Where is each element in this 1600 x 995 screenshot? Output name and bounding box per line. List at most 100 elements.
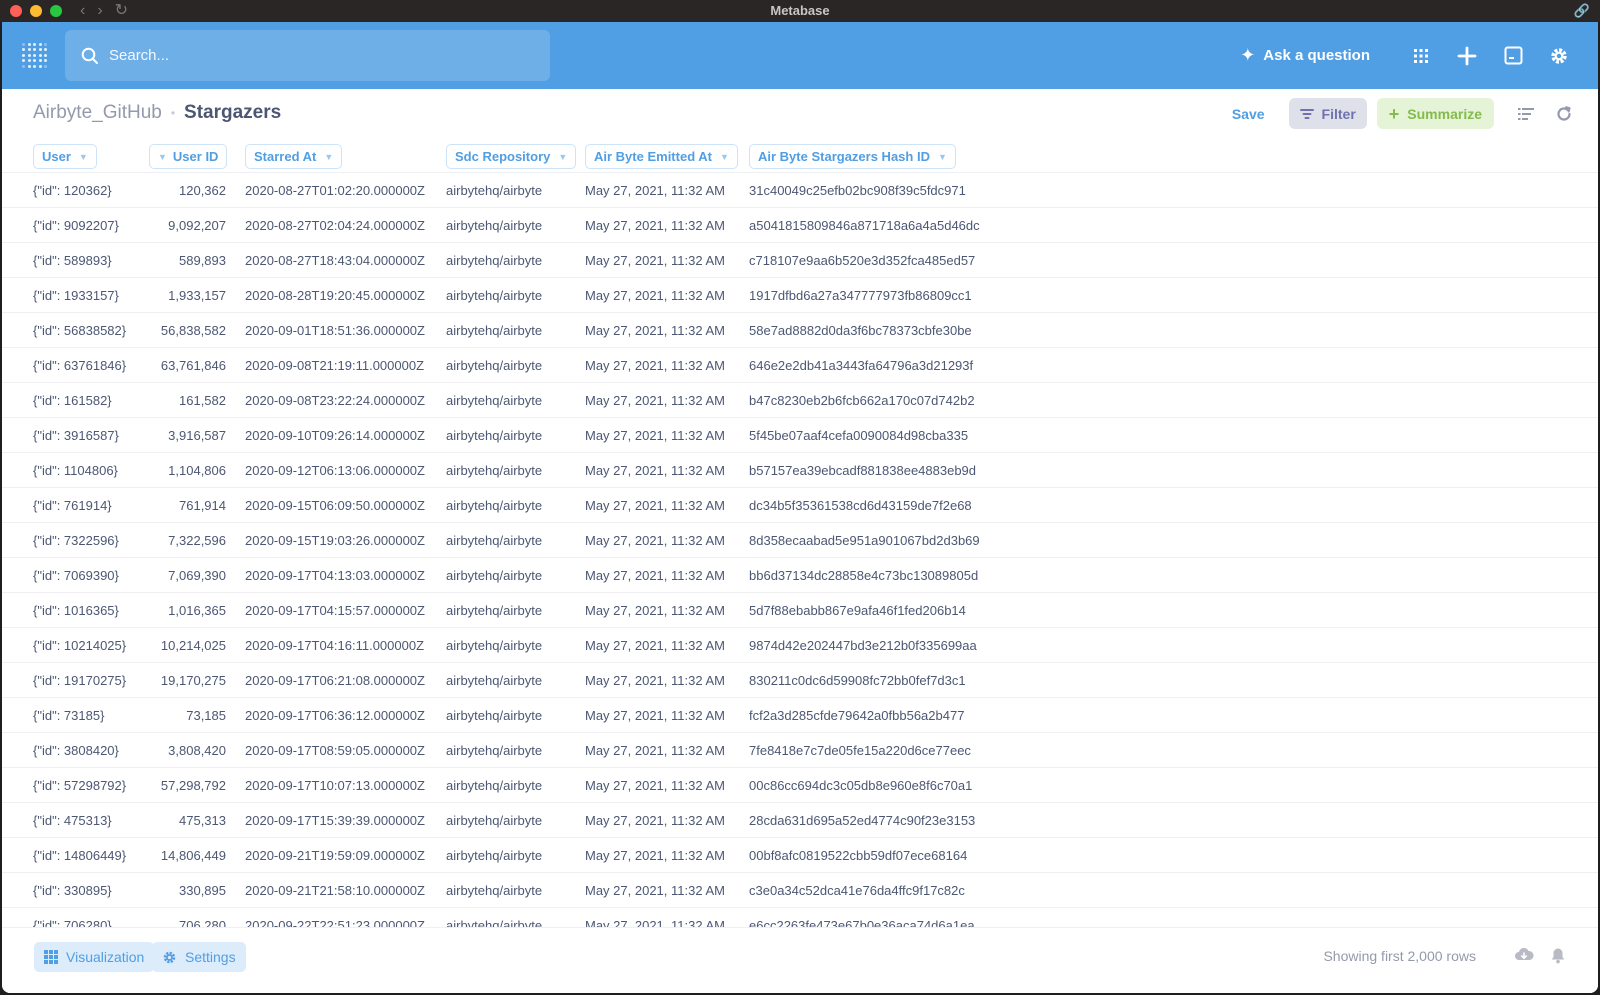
cell-air-byte-emitted-at[interactable]: May 27, 2021, 11:32 AM — [585, 603, 725, 618]
cell-starred-at[interactable]: 2020-09-15T06:09:50.000000Z — [245, 498, 425, 513]
cell-user[interactable]: {"id": 761914} — [33, 498, 112, 513]
cell-air-byte-emitted-at[interactable]: May 27, 2021, 11:32 AM — [585, 323, 725, 338]
download-icon[interactable] — [1514, 947, 1534, 968]
reload-icon[interactable]: ↻ — [115, 3, 128, 19]
column-header-starred-at[interactable]: Starred At ▼ — [245, 144, 343, 169]
cell-air-byte-emitted-at[interactable]: May 27, 2021, 11:32 AM — [585, 778, 725, 793]
cell-starred-at[interactable]: 2020-09-01T18:51:36.000000Z — [245, 323, 425, 338]
cell-user-id[interactable]: 63,761,846 — [142, 358, 226, 373]
maximize-window-button[interactable] — [50, 5, 62, 17]
cell-starred-at[interactable]: 2020-09-17T04:15:57.000000Z — [245, 603, 425, 618]
link-icon[interactable]: 🔗 — [1574, 3, 1590, 19]
cell-hash-id[interactable]: 5f45be07aaf4cefa0090084d98cba335 — [749, 428, 968, 443]
refresh-icon[interactable] — [1556, 105, 1572, 122]
cell-hash-id[interactable]: 830211c0dc6d59908fc72bb0fef7d3c1 — [749, 673, 966, 688]
cell-user[interactable]: {"id": 589893} — [33, 253, 112, 268]
cell-sdc-repository[interactable]: airbytehq/airbyte — [446, 778, 542, 793]
cell-air-byte-emitted-at[interactable]: May 27, 2021, 11:32 AM — [585, 358, 725, 373]
column-header-air-byte-emitted-at[interactable]: Air Byte Emitted At ▼ — [585, 144, 738, 169]
cell-air-byte-emitted-at[interactable]: May 27, 2021, 11:32 AM — [585, 673, 725, 688]
gear-icon[interactable] — [1548, 45, 1570, 67]
cell-air-byte-emitted-at[interactable]: May 27, 2021, 11:32 AM — [585, 218, 725, 233]
cell-user[interactable]: {"id": 63761846} — [33, 358, 126, 373]
cell-user-id[interactable]: 1,016,365 — [142, 603, 226, 618]
cell-user[interactable]: {"id": 56838582} — [33, 323, 126, 338]
cell-air-byte-emitted-at[interactable]: May 27, 2021, 11:32 AM — [585, 883, 725, 898]
cell-hash-id[interactable]: 1917dfbd6a27a347777973fb86809cc1 — [749, 288, 972, 303]
cell-hash-id[interactable]: 9874d42e202447bd3e212b0f335699aa — [749, 638, 977, 653]
cell-sdc-repository[interactable]: airbytehq/airbyte — [446, 288, 542, 303]
cell-hash-id[interactable]: e6cc2263fe473e67b0e36aca74d6a1ea — [749, 918, 975, 927]
cell-sdc-repository[interactable]: airbytehq/airbyte — [446, 848, 542, 863]
cell-starred-at[interactable]: 2020-09-17T06:21:08.000000Z — [245, 673, 425, 688]
notebook-icon[interactable] — [1502, 45, 1524, 67]
cell-sdc-repository[interactable]: airbytehq/airbyte — [446, 743, 542, 758]
cell-starred-at[interactable]: 2020-09-08T23:22:24.000000Z — [245, 393, 425, 408]
cell-hash-id[interactable]: 58e7ad8882d0da3f6bc78373cbfe30be — [749, 323, 972, 338]
cell-air-byte-emitted-at[interactable]: May 27, 2021, 11:32 AM — [585, 743, 725, 758]
cell-sdc-repository[interactable]: airbytehq/airbyte — [446, 253, 542, 268]
cell-sdc-repository[interactable]: airbytehq/airbyte — [446, 883, 542, 898]
cell-hash-id[interactable]: bb6d37134dc28858e4c73bc13089805d — [749, 568, 978, 583]
column-header-air-byte-stargazers-hash-id[interactable]: Air Byte Stargazers Hash ID ▼ — [749, 144, 956, 169]
cell-user[interactable]: {"id": 1016365} — [33, 603, 119, 618]
bell-icon[interactable] — [1550, 947, 1566, 969]
search-bar[interactable] — [65, 30, 550, 81]
cell-starred-at[interactable]: 2020-09-12T06:13:06.000000Z — [245, 463, 425, 478]
cell-user-id[interactable]: 14,806,449 — [142, 848, 226, 863]
cell-hash-id[interactable]: b47c8230eb2b6fcb662a170c07d742b2 — [749, 393, 975, 408]
cell-user[interactable]: {"id": 19170275} — [33, 673, 126, 688]
cell-user-id[interactable]: 475,313 — [142, 813, 226, 828]
close-window-button[interactable] — [10, 5, 22, 17]
cell-sdc-repository[interactable]: airbytehq/airbyte — [446, 393, 542, 408]
cell-user-id[interactable]: 1,933,157 — [142, 288, 226, 303]
cell-sdc-repository[interactable]: airbytehq/airbyte — [446, 323, 542, 338]
column-header-user[interactable]: User ▼ — [33, 144, 97, 169]
cell-starred-at[interactable]: 2020-08-27T01:02:20.000000Z — [245, 183, 425, 198]
breadcrumb-table[interactable]: Stargazers — [184, 102, 281, 124]
cell-hash-id[interactable]: 00bf8afc0819522cbb59df07ece68164 — [749, 848, 967, 863]
cell-user[interactable]: {"id": 1933157} — [33, 288, 119, 303]
cell-user[interactable]: {"id": 1104806} — [33, 463, 118, 478]
cell-hash-id[interactable]: 7fe8418e7c7de05fe15a220d6ce77eec — [749, 743, 971, 758]
cell-sdc-repository[interactable]: airbytehq/airbyte — [446, 638, 542, 653]
cell-user-id[interactable]: 706,280 — [142, 918, 226, 927]
cell-air-byte-emitted-at[interactable]: May 27, 2021, 11:32 AM — [585, 183, 725, 198]
cell-sdc-repository[interactable]: airbytehq/airbyte — [446, 463, 542, 478]
cell-hash-id[interactable]: 28cda631d695a52ed4774c90f23e3153 — [749, 813, 975, 828]
cell-starred-at[interactable]: 2020-09-21T19:59:09.000000Z — [245, 848, 425, 863]
cell-user-id[interactable]: 1,104,806 — [142, 463, 226, 478]
cell-sdc-repository[interactable]: airbytehq/airbyte — [446, 498, 542, 513]
cell-starred-at[interactable]: 2020-09-22T22:51:23.000000Z — [245, 918, 425, 927]
cell-user[interactable]: {"id": 7069390} — [33, 568, 119, 583]
column-header-user-id[interactable]: ▼ User ID — [149, 144, 228, 169]
cell-user[interactable]: {"id": 3916587} — [33, 428, 119, 443]
cell-sdc-repository[interactable]: airbytehq/airbyte — [446, 533, 542, 548]
cell-starred-at[interactable]: 2020-09-10T09:26:14.000000Z — [245, 428, 425, 443]
cell-air-byte-emitted-at[interactable]: May 27, 2021, 11:32 AM — [585, 428, 725, 443]
back-arrow-icon[interactable]: ‹ — [80, 3, 85, 19]
cell-user-id[interactable]: 761,914 — [142, 498, 226, 513]
cell-starred-at[interactable]: 2020-09-17T15:39:39.000000Z — [245, 813, 425, 828]
cell-starred-at[interactable]: 2020-09-08T21:19:11.000000Z — [245, 358, 424, 373]
visualization-button[interactable]: Visualization — [34, 942, 155, 972]
cell-hash-id[interactable]: b57157ea39ebcadf881838ee4883eb9d — [749, 463, 976, 478]
cell-hash-id[interactable]: 5d7f88ebabb867e9afa46f1fed206b14 — [749, 603, 966, 618]
cell-air-byte-emitted-at[interactable]: May 27, 2021, 11:32 AM — [585, 568, 725, 583]
cell-user[interactable]: {"id": 3808420} — [33, 743, 119, 758]
cell-air-byte-emitted-at[interactable]: May 27, 2021, 11:32 AM — [585, 918, 725, 927]
cell-user-id[interactable]: 56,838,582 — [142, 323, 226, 338]
plus-icon[interactable] — [1456, 45, 1478, 67]
cell-user-id[interactable]: 7,322,596 — [142, 533, 226, 548]
cell-hash-id[interactable]: 8d358ecaabad5e951a901067bd2d3b69 — [749, 533, 980, 548]
cell-user-id[interactable]: 19,170,275 — [142, 673, 226, 688]
cell-starred-at[interactable]: 2020-09-15T19:03:26.000000Z — [245, 533, 425, 548]
cell-sdc-repository[interactable]: airbytehq/airbyte — [446, 218, 542, 233]
list-view-icon[interactable] — [1518, 107, 1534, 121]
cell-sdc-repository[interactable]: airbytehq/airbyte — [446, 708, 542, 723]
cell-sdc-repository[interactable]: airbytehq/airbyte — [446, 428, 542, 443]
column-header-sdc-repository[interactable]: Sdc Repository ▼ — [446, 144, 577, 169]
cell-air-byte-emitted-at[interactable]: May 27, 2021, 11:32 AM — [585, 288, 725, 303]
cell-user-id[interactable]: 161,582 — [142, 393, 226, 408]
cell-user[interactable]: {"id": 706280} — [33, 918, 112, 927]
